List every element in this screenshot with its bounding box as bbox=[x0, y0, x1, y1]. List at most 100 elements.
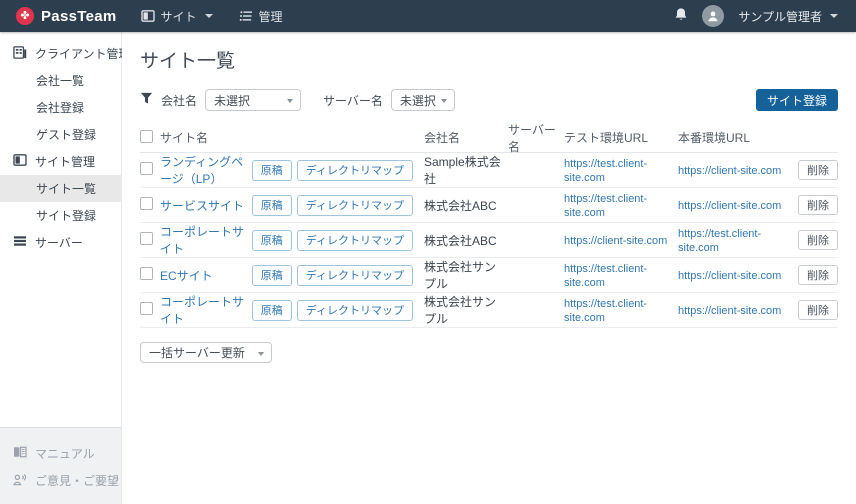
sidebar-item-label: 会社一覧 bbox=[36, 72, 84, 89]
draft-button[interactable]: 原稿 bbox=[252, 230, 292, 251]
manual-book-icon bbox=[13, 446, 27, 461]
sidebar-list: クライアント管理 会社一覧 会社登録 ゲスト登録 サイト管理 サイト一覧 サイト… bbox=[0, 32, 121, 256]
notification-bell-icon[interactable] bbox=[674, 7, 688, 25]
test-url-link[interactable]: https://client-site.com bbox=[564, 235, 667, 247]
sidebar-item-label: クライアント管理 bbox=[35, 45, 131, 62]
table-row: コーポレートサイト 原稿 ディレクトリマップ 株式会社サンプル https://… bbox=[140, 293, 838, 328]
site-table: サイト名 会社名 サーバー名 テスト環境URL 本番環境URL ランディングペー… bbox=[140, 123, 838, 328]
draft-button[interactable]: 原稿 bbox=[252, 300, 292, 321]
site-name-link[interactable]: ランディングページ（LP） bbox=[160, 153, 252, 187]
sidebar-item-label: サイト管理 bbox=[35, 153, 95, 170]
filter-controls: 会社名 未選択 サーバー名 未選択 bbox=[140, 89, 455, 111]
sidebar-item-client-management[interactable]: クライアント管理 bbox=[0, 40, 121, 67]
test-url-link[interactable]: https://test.client-site.com bbox=[564, 158, 647, 184]
filter-funnel-icon bbox=[140, 92, 153, 108]
site-name-link[interactable]: サービスサイト bbox=[160, 197, 252, 214]
sidebar-item-label: マニュアル bbox=[35, 445, 95, 462]
row-checkbox[interactable] bbox=[140, 302, 153, 315]
delete-button[interactable]: 削除 bbox=[798, 265, 838, 285]
site-name-link[interactable]: コーポレートサイト bbox=[160, 293, 252, 327]
sidebar-item-guest-register[interactable]: ゲスト登録 bbox=[0, 121, 121, 148]
nav-item-label: サイト bbox=[161, 8, 197, 25]
sidebar-item-site-list[interactable]: サイト一覧 bbox=[0, 175, 121, 202]
table-row: コーポレートサイト 原稿 ディレクトリマップ 株式会社ABC https://c… bbox=[140, 223, 838, 258]
bulk-server-update-select[interactable]: 一括サーバー更新 bbox=[140, 342, 272, 363]
prod-url-link[interactable]: https://client-site.com bbox=[678, 165, 781, 177]
nav-right: サンプル管理者 bbox=[674, 5, 856, 27]
test-url-link[interactable]: https://test.client-site.com bbox=[564, 298, 647, 324]
nav-menu: サイト 管理 bbox=[141, 8, 283, 25]
clients-icon bbox=[13, 46, 27, 62]
header-company-name: 会社名 bbox=[424, 129, 508, 146]
site-name-link[interactable]: ECサイト bbox=[160, 267, 252, 284]
sidebar-item-label: 会社登録 bbox=[36, 99, 84, 116]
user-menu[interactable]: サンプル管理者 bbox=[738, 8, 838, 25]
server-filter-select[interactable]: 未選択 bbox=[391, 89, 455, 111]
filter-row: 会社名 未選択 サーバー名 未選択 サイト登録 bbox=[140, 89, 838, 111]
company-filter-select[interactable]: 未選択 bbox=[205, 89, 301, 111]
feedback-megaphone-icon bbox=[13, 473, 27, 489]
avatar[interactable] bbox=[702, 5, 724, 27]
nav-item-site[interactable]: サイト bbox=[141, 8, 213, 25]
table-row: ランディングページ（LP） 原稿 ディレクトリマップ Sample株式会社 ht… bbox=[140, 153, 838, 188]
table-body: ランディングページ（LP） 原稿 ディレクトリマップ Sample株式会社 ht… bbox=[140, 153, 838, 328]
select-all-checkbox[interactable] bbox=[140, 130, 153, 143]
prod-url-link[interactable]: https://client-site.com bbox=[678, 200, 781, 212]
draft-button[interactable]: 原稿 bbox=[252, 160, 292, 181]
directory-map-button[interactable]: ディレクトリマップ bbox=[297, 230, 413, 251]
header-server-name: サーバー名 bbox=[508, 121, 564, 155]
page-title: サイト一覧 bbox=[140, 46, 838, 73]
site-register-button[interactable]: サイト登録 bbox=[756, 89, 838, 111]
row-checkbox[interactable] bbox=[140, 197, 153, 210]
brand-logo-icon: ✤ bbox=[16, 7, 34, 25]
company-cell: 株式会社ABC bbox=[424, 197, 508, 214]
delete-button[interactable]: 削除 bbox=[798, 160, 838, 180]
site-name-link[interactable]: コーポレートサイト bbox=[160, 223, 252, 257]
row-checkbox[interactable] bbox=[140, 232, 153, 245]
company-filter-value: 未選択 bbox=[214, 92, 250, 109]
delete-button[interactable]: 削除 bbox=[798, 300, 838, 320]
directory-map-button[interactable]: ディレクトリマップ bbox=[297, 265, 413, 286]
table-header-row: サイト名 会社名 サーバー名 テスト環境URL 本番環境URL bbox=[140, 123, 838, 153]
nav-item-label: 管理 bbox=[259, 8, 283, 25]
sidebar-item-site-management[interactable]: サイト管理 bbox=[0, 148, 121, 175]
sidebar-item-feedback[interactable]: ご意見・ご要望 bbox=[0, 467, 121, 494]
prod-url-link[interactable]: https://client-site.com bbox=[678, 305, 781, 317]
sidebar-item-label: サーバー bbox=[35, 234, 83, 251]
company-cell: Sample株式会社 bbox=[424, 153, 508, 187]
delete-button[interactable]: 削除 bbox=[798, 230, 838, 250]
sidebar-item-site-register[interactable]: サイト登録 bbox=[0, 202, 121, 229]
company-cell: 株式会社サンプル bbox=[424, 258, 508, 292]
directory-map-button[interactable]: ディレクトリマップ bbox=[297, 160, 413, 181]
sidebar-item-label: ゲスト登録 bbox=[36, 126, 96, 143]
sidebar-item-company-list[interactable]: 会社一覧 bbox=[0, 67, 121, 94]
sidebar-footer: マニュアル ご意見・ご要望 bbox=[0, 427, 121, 504]
sidebar: クライアント管理 会社一覧 会社登録 ゲスト登録 サイト管理 サイト一覧 サイト… bbox=[0, 32, 122, 504]
site-window-icon bbox=[141, 10, 155, 22]
bulk-server-update-value: 一括サーバー更新 bbox=[149, 344, 245, 361]
row-checkbox[interactable] bbox=[140, 267, 153, 280]
test-url-link[interactable]: https://test.client-site.com bbox=[564, 263, 647, 289]
table-row: ECサイト 原稿 ディレクトリマップ 株式会社サンプル https://test… bbox=[140, 258, 838, 293]
server-filter-label: サーバー名 bbox=[323, 92, 383, 109]
delete-button[interactable]: 削除 bbox=[798, 195, 838, 215]
sidebar-item-server[interactable]: サーバー bbox=[0, 229, 121, 256]
header-test-url: テスト環境URL bbox=[564, 129, 678, 146]
row-checkbox[interactable] bbox=[140, 162, 153, 175]
table-row: サービスサイト 原稿 ディレクトリマップ 株式会社ABC https://tes… bbox=[140, 188, 838, 223]
prod-url-link[interactable]: https://test.client-site.com bbox=[678, 228, 761, 254]
prod-url-link[interactable]: https://client-site.com bbox=[678, 270, 781, 282]
nav-item-admin[interactable]: 管理 bbox=[239, 8, 283, 25]
header-prod-url: 本番環境URL bbox=[678, 129, 792, 146]
directory-map-button[interactable]: ディレクトリマップ bbox=[297, 300, 413, 321]
directory-map-button[interactable]: ディレクトリマップ bbox=[297, 195, 413, 216]
test-url-link[interactable]: https://test.client-site.com bbox=[564, 193, 647, 219]
brand[interactable]: ✤ PassTeam bbox=[0, 7, 135, 25]
server-icon bbox=[13, 235, 27, 250]
draft-button[interactable]: 原稿 bbox=[252, 195, 292, 216]
sidebar-item-label: サイト一覧 bbox=[36, 180, 96, 197]
sidebar-item-manual[interactable]: マニュアル bbox=[0, 440, 121, 467]
chevron-down-icon bbox=[830, 14, 838, 18]
sidebar-item-company-register[interactable]: 会社登録 bbox=[0, 94, 121, 121]
draft-button[interactable]: 原稿 bbox=[252, 265, 292, 286]
